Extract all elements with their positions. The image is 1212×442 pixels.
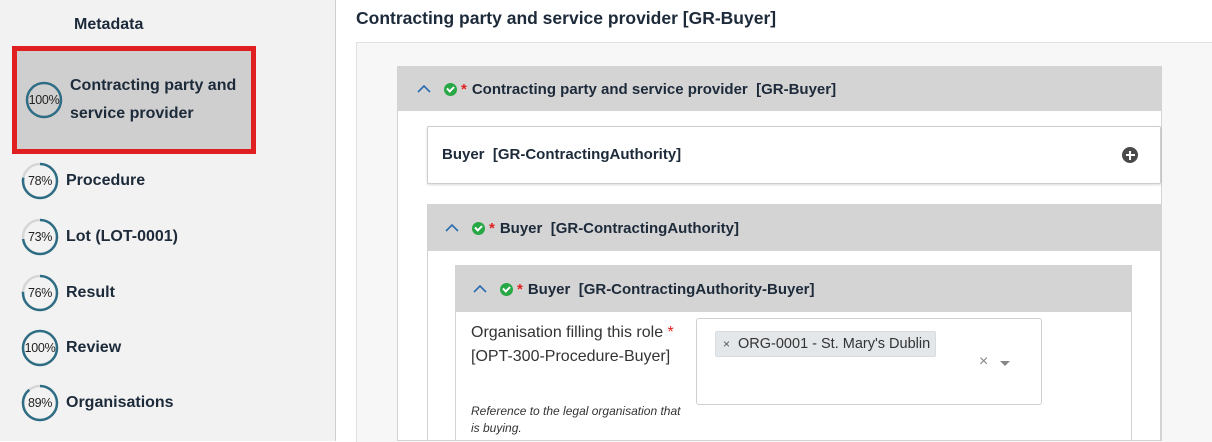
required-marker: * xyxy=(489,219,495,237)
sidebar-item-label: Lot (LOT-0001) xyxy=(66,228,179,245)
check-icon xyxy=(472,221,485,235)
sidebar-item-label: Result xyxy=(66,284,115,301)
sidebar-item-contracting-party[interactable]: 100% Contracting party and service provi… xyxy=(12,46,256,154)
section-title: Buyer [GR-ContractingAuthority-Buyer] xyxy=(527,280,815,298)
section-title: Contracting party and service provider [… xyxy=(471,80,837,98)
chevron-up-icon[interactable] xyxy=(416,83,432,95)
progress-ring: 100% xyxy=(24,80,64,120)
buyer-group-collapsed: Buyer [GR-ContractingAuthority] xyxy=(427,126,1161,184)
selected-tag: × ORG-0001 - St. Mary's Dublin xyxy=(715,331,937,357)
section-header[interactable]: * Buyer [GR-ContractingAuthority-Buyer] xyxy=(456,266,1131,312)
section-title: Buyer [GR-ContractingAuthority] xyxy=(499,219,740,237)
sidebar-item-label: Procedure xyxy=(66,172,146,189)
progress-percent: 76% xyxy=(27,286,53,300)
page-title: Contracting party and service provider [… xyxy=(356,8,777,28)
buyer-group-title: Buyer [GR-ContractingAuthority] xyxy=(442,146,682,163)
sidebar-item-review[interactable]: 100% Review xyxy=(20,328,320,368)
progress-percent: 100% xyxy=(24,341,56,355)
section-header[interactable]: * Buyer [GR-ContractingAuthority] xyxy=(428,205,1160,251)
progress-percent: 73% xyxy=(27,230,53,244)
organisation-select[interactable]: × ORG-0001 - St. Mary's Dublin × xyxy=(696,318,1042,405)
sidebar-item-lot[interactable]: 73% Lot (LOT-0001) xyxy=(20,217,320,257)
required-marker: * xyxy=(461,80,467,98)
field-help-text: Reference to the legal organisation that… xyxy=(471,404,681,435)
progress-ring: 100% xyxy=(20,328,60,368)
progress-percent: 89% xyxy=(27,396,53,410)
sidebar-item-procedure[interactable]: 78% Procedure xyxy=(20,161,320,201)
progress-percent: 78% xyxy=(27,174,53,188)
selected-value: ORG-0001 - St. Mary's Dublin xyxy=(738,336,931,352)
section-header[interactable]: * Contracting party and service provider… xyxy=(398,67,1161,111)
sidebar-item-metadata[interactable]: Metadata xyxy=(74,16,143,34)
sidebar-item-label: Organisations xyxy=(66,394,174,411)
sidebar-item-label: Review xyxy=(66,339,122,356)
check-icon xyxy=(500,282,513,296)
dropdown-caret-icon[interactable] xyxy=(1000,361,1010,366)
remove-tag-icon[interactable]: × xyxy=(723,337,730,351)
chevron-up-icon[interactable] xyxy=(444,222,460,234)
sidebar-item-label: Contracting party and service provider xyxy=(70,77,237,122)
progress-ring: 76% xyxy=(20,273,60,313)
field-label-text: Organisation filling this role xyxy=(471,324,668,341)
progress-percent: 100% xyxy=(28,93,60,107)
chevron-up-icon[interactable] xyxy=(472,283,488,295)
sidebar-item-organisations[interactable]: 89% Organisations xyxy=(20,383,320,423)
progress-ring: 73% xyxy=(20,217,60,257)
sidebar-item-result[interactable]: 76% Result xyxy=(20,273,320,313)
progress-ring: 78% xyxy=(20,161,60,201)
required-marker: * xyxy=(517,280,523,298)
progress-ring: 89% xyxy=(20,383,60,423)
check-icon xyxy=(444,82,457,96)
sidebar-nav: Metadata 100% Contracting party and serv… xyxy=(0,0,336,441)
clear-selection-icon[interactable]: × xyxy=(979,353,988,371)
add-circle-icon[interactable] xyxy=(1122,147,1138,163)
field-label: Organisation filling this role * [OPT-30… xyxy=(471,321,691,369)
